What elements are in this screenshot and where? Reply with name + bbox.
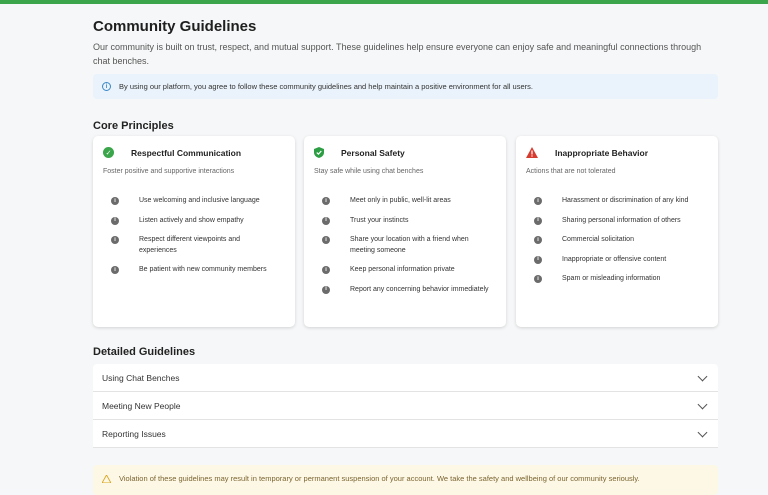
list-item: i Use welcoming and inclusive language: [111, 196, 286, 207]
list-item: i Commercial solicitation: [534, 235, 709, 246]
accordion-label: Meeting New People: [102, 400, 181, 411]
info-dot-icon: i: [111, 266, 119, 274]
intro-text: Our community is built on trust, respect…: [93, 42, 702, 66]
info-dot-icon: i: [534, 255, 542, 264]
info-dot-icon: i: [322, 266, 330, 274]
list-item: i Trust your instincts: [322, 216, 497, 227]
list-item: i Report any concerning behavior immediat…: [322, 285, 497, 296]
core-principles-heading: Core Principles: [93, 120, 174, 132]
card-title: Respectful Communication: [131, 147, 242, 158]
info-icon: i: [102, 82, 111, 91]
warning-triangle-icon: [526, 147, 538, 158]
list-item: i Sharing personal information of others: [534, 216, 709, 227]
card-subtitle: Actions that are not tolerated: [526, 168, 616, 175]
shield-check-icon: [314, 147, 324, 158]
list-item: i Listen actively and show empathy: [111, 216, 286, 227]
page-title: Community Guidelines: [93, 18, 257, 35]
check-circle-icon: ✓: [103, 147, 114, 158]
guidelines-accordion: Using Chat Benches Meeting New People Re…: [93, 364, 718, 448]
info-dot-icon: i: [111, 197, 119, 205]
card-respectful-communication: ✓ Respectful Communication Foster positi…: [93, 136, 295, 327]
detailed-guidelines-heading: Detailed Guidelines: [93, 346, 196, 358]
card-subtitle: Foster positive and supportive interacti…: [103, 168, 235, 175]
info-notice: i By using our platform, you agree to fo…: [93, 74, 718, 99]
list-item: i Keep personal information private: [322, 265, 497, 276]
card-list: i Meet only in public, well-lit areas i Tr…: [322, 196, 497, 304]
chevron-down-icon[interactable]: [697, 427, 708, 437]
info-dot-icon: i: [534, 236, 542, 244]
card-title: Inappropriate Behavior: [555, 147, 649, 158]
info-dot-icon: i: [534, 275, 542, 283]
warning-text: Violation of these guidelines may result…: [119, 474, 640, 483]
accordion-label: Using Chat Benches: [102, 372, 180, 383]
card-title: Personal Safety: [341, 147, 405, 158]
info-dot-icon: i: [322, 236, 330, 244]
warning-icon: [102, 474, 111, 483]
list-item: i Respect different viewpoints and experi…: [111, 235, 286, 256]
list-item: i Spam or misleading information: [534, 274, 709, 285]
principles-cards: ✓ Respectful Communication Foster positi…: [93, 136, 718, 327]
accordion-item-using-chat-benches[interactable]: Using Chat Benches: [93, 364, 718, 392]
info-dot-icon: i: [322, 216, 330, 225]
info-dot-icon: i: [322, 197, 330, 205]
top-accent-bar: [0, 0, 768, 4]
card-inappropriate-behavior: Inappropriate Behavior Actions that are …: [516, 136, 718, 327]
info-dot-icon: i: [111, 236, 119, 244]
chevron-down-icon[interactable]: [697, 371, 708, 381]
info-dot-icon: i: [534, 216, 542, 225]
info-dot-icon: i: [322, 285, 330, 294]
card-list: i Use welcoming and inclusive language iL…: [111, 196, 286, 285]
chevron-down-icon[interactable]: [697, 399, 708, 409]
notice-text: By using our platform, you agree to foll…: [119, 82, 533, 91]
info-dot-icon: i: [534, 197, 542, 205]
info-dot-icon: i: [111, 216, 119, 225]
list-item: i Share your location with a friend when …: [322, 235, 497, 256]
list-item: i Inappropriate or offensive content: [534, 255, 709, 266]
list-item: i Be patient with new community members: [111, 265, 286, 276]
accordion-label: Reporting Issues: [102, 428, 166, 439]
card-personal-safety: Personal Safety Stay safe while using ch…: [304, 136, 506, 327]
accordion-item-meeting-new-people[interactable]: Meeting New People: [93, 392, 718, 420]
list-item: i Meet only in public, well-lit areas: [322, 196, 497, 207]
list-item: i Harassment or discrimination of any kin…: [534, 196, 709, 207]
accordion-item-reporting-issues[interactable]: Reporting Issues: [93, 420, 718, 448]
card-list: i Harassment or discrimination of any kin…: [534, 196, 709, 294]
violation-warning: Violation of these guidelines may result…: [93, 465, 718, 495]
card-subtitle: Stay safe while using chat benches: [314, 168, 424, 175]
